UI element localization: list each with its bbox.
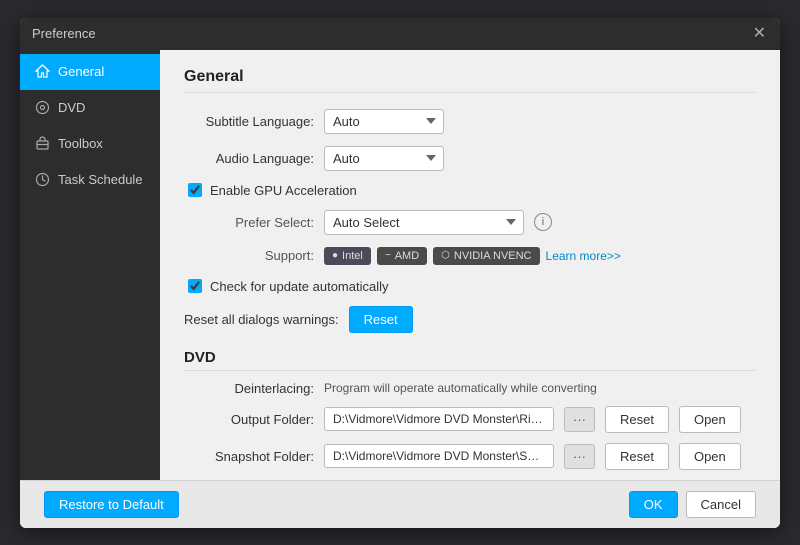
sidebar-item-task-schedule[interactable]: Task Schedule [20, 162, 160, 198]
footer: Restore to Default OK Cancel [20, 480, 780, 528]
main-content: General DVD [20, 50, 780, 480]
prefer-select-dropdown[interactable]: Auto Select Intel AMD NVIDIA NVENC [324, 210, 524, 235]
snapshot-folder-dots-button[interactable]: ··· [564, 444, 595, 469]
output-folder-open-button[interactable]: Open [679, 406, 741, 433]
preference-dialog: Preference ✕ General [20, 18, 780, 528]
subtitle-language-select[interactable]: Auto English Chinese French [324, 109, 444, 134]
sidebar-label-toolbox: Toolbox [58, 136, 103, 151]
output-folder-row: Output Folder: D:\Vidmore\Vidmore DVD Mo… [184, 406, 756, 433]
restore-default-button[interactable]: Restore to Default [44, 491, 179, 518]
titlebar: Preference ✕ [20, 18, 780, 50]
output-folder-value: D:\Vidmore\Vidmore DVD Monster\Ripper [324, 407, 554, 431]
check-update-checkbox[interactable] [188, 279, 202, 293]
close-button[interactable]: ✕ [751, 26, 768, 42]
home-icon [34, 64, 50, 80]
gpu-acceleration-checkbox[interactable] [188, 183, 202, 197]
dialog-title: Preference [32, 26, 96, 41]
check-update-label[interactable]: Check for update automatically [210, 279, 388, 294]
deinterlacing-desc: Program will operate automatically while… [324, 381, 597, 395]
ok-button[interactable]: OK [629, 491, 678, 518]
learn-more-link[interactable]: Learn more>> [546, 249, 621, 263]
nvidia-badge: ⬡ NVIDIA NVENC [433, 247, 539, 265]
info-icon[interactable]: i [534, 213, 552, 231]
output-folder-dots-button[interactable]: ··· [564, 407, 595, 432]
cancel-button[interactable]: Cancel [686, 491, 756, 518]
subtitle-language-row: Subtitle Language: Auto English Chinese … [184, 109, 756, 134]
support-row: Support: ● Intel ~ AMD ⬡ NVIDIA NVENC Le… [184, 247, 756, 265]
sidebar-label-task-schedule: Task Schedule [58, 172, 143, 187]
amd-tilde: ~ [385, 250, 391, 261]
subtitle-language-label: Subtitle Language: [184, 114, 314, 129]
deinterlacing-label: Deinterlacing: [184, 381, 314, 396]
content-area: General Subtitle Language: Auto English … [160, 50, 780, 480]
intel-badge: ● Intel [324, 247, 371, 265]
prefer-select-row: Prefer Select: Auto Select Intel AMD NVI… [184, 210, 756, 235]
sidebar-item-dvd[interactable]: DVD [20, 90, 160, 126]
snapshot-folder-reset-button[interactable]: Reset [605, 443, 669, 470]
disc-icon [34, 100, 50, 116]
deinterlacing-row: Deinterlacing: Program will operate auto… [184, 381, 756, 396]
footer-right-buttons: OK Cancel [629, 491, 756, 518]
sidebar-label-dvd: DVD [58, 100, 85, 115]
check-update-row: Check for update automatically [184, 279, 756, 294]
dvd-section-title: DVD [184, 349, 756, 371]
snapshot-folder-row: Snapshot Folder: D:\Vidmore\Vidmore DVD … [184, 443, 756, 470]
gpu-acceleration-label[interactable]: Enable GPU Acceleration [210, 183, 357, 198]
sidebar-label-general: General [58, 64, 104, 79]
gpu-acceleration-row: Enable GPU Acceleration [184, 183, 756, 198]
prefer-select-label: Prefer Select: [204, 215, 314, 230]
reset-dialogs-label: Reset all dialogs warnings: [184, 312, 339, 327]
audio-language-label: Audio Language: [184, 151, 314, 166]
reset-dialogs-row: Reset all dialogs warnings: Reset [184, 306, 756, 333]
snapshot-folder-label: Snapshot Folder: [184, 449, 314, 464]
amd-badge: ~ AMD [377, 247, 427, 265]
sidebar-item-toolbox[interactable]: Toolbox [20, 126, 160, 162]
support-badges: ● Intel ~ AMD ⬡ NVIDIA NVENC Learn more>… [324, 247, 621, 265]
audio-language-select[interactable]: Auto English Chinese French [324, 146, 444, 171]
output-folder-reset-button[interactable]: Reset [605, 406, 669, 433]
sidebar-item-general[interactable]: General [20, 54, 160, 90]
sidebar: General DVD [20, 50, 160, 480]
snapshot-folder-open-button[interactable]: Open [679, 443, 741, 470]
reset-dialogs-button[interactable]: Reset [349, 306, 413, 333]
nvidia-icon: ⬡ [441, 250, 450, 261]
snapshot-folder-value: D:\Vidmore\Vidmore DVD Monster\Snapshot [324, 444, 554, 468]
toolbox-icon [34, 136, 50, 152]
support-label: Support: [204, 248, 314, 263]
audio-language-row: Audio Language: Auto English Chinese Fre… [184, 146, 756, 171]
intel-dot: ● [332, 250, 338, 261]
output-folder-label: Output Folder: [184, 412, 314, 427]
clock-icon [34, 172, 50, 188]
general-section-title: General [184, 68, 756, 93]
